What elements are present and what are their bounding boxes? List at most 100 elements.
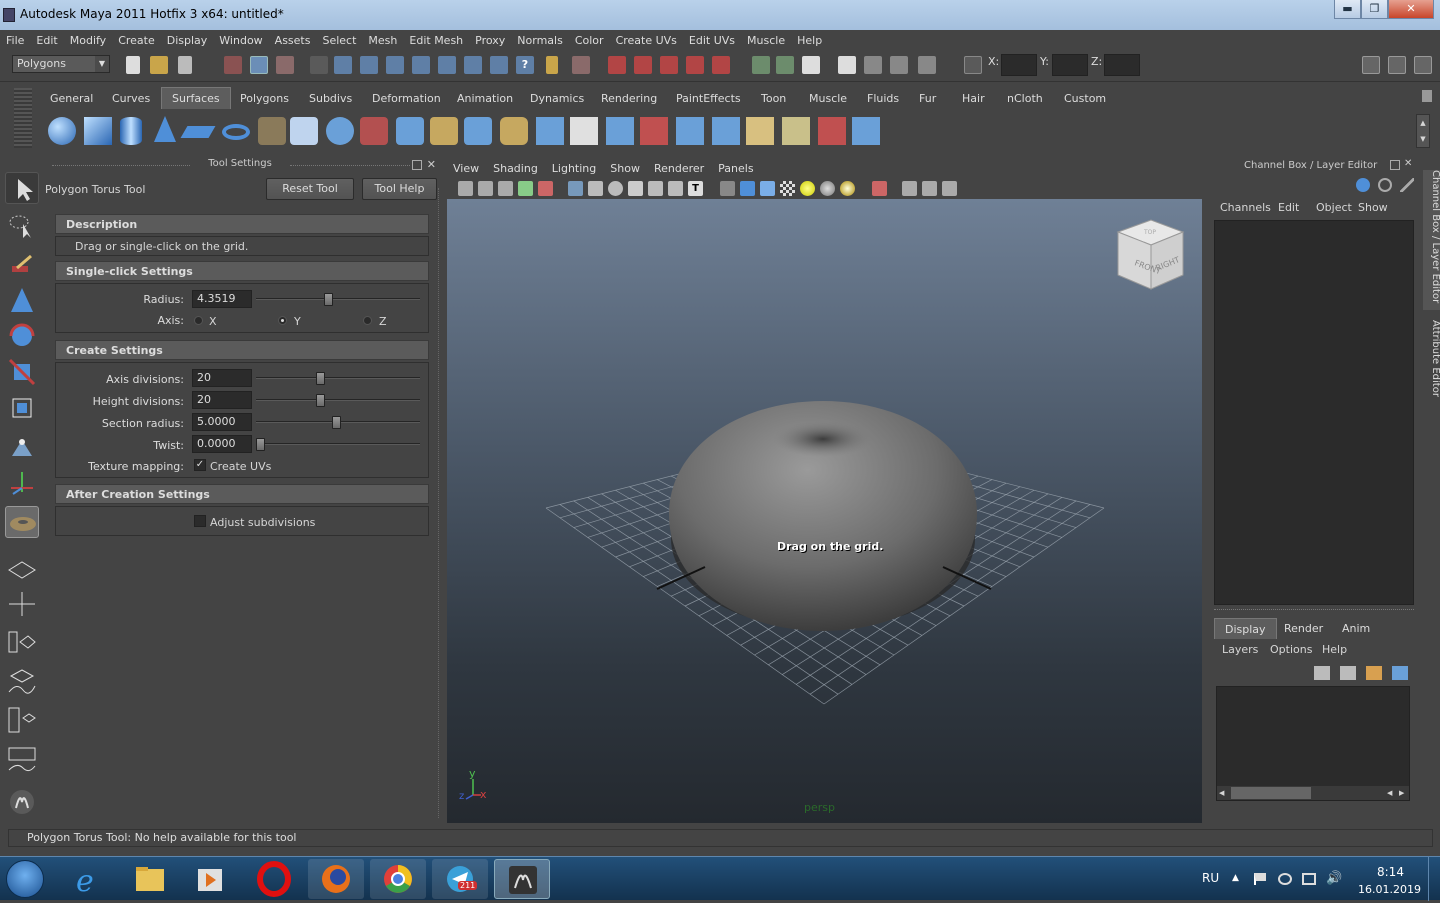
attribute-editor-side-tab[interactable]: Attribute Editor (1423, 320, 1440, 400)
tab-hair[interactable]: Hair (962, 88, 985, 109)
menu-edit[interactable]: Edit (30, 34, 63, 47)
viewport-menu-renderer[interactable]: Renderer (647, 162, 711, 175)
axis-x-radio[interactable] (194, 316, 203, 325)
revolve-icon[interactable] (258, 117, 286, 145)
resolution-gate-icon[interactable] (608, 181, 623, 196)
high-quality-icon[interactable] (840, 181, 855, 196)
viewport-menu-lighting[interactable]: Lighting (545, 162, 603, 175)
rotate-tool-icon[interactable] (5, 320, 39, 352)
layer-tab-anim[interactable]: Anim (1342, 618, 1370, 639)
nurbs-plane-icon[interactable] (180, 126, 216, 138)
wireframe-on-shaded-icon[interactable] (760, 181, 775, 196)
construction-history-icon[interactable] (490, 56, 508, 74)
extrude-icon[interactable] (360, 117, 388, 145)
soft-modification-icon[interactable] (5, 430, 39, 462)
menu-proxy[interactable]: Proxy (469, 34, 511, 47)
move-layer-down-icon[interactable] (1392, 666, 1408, 680)
surface-editing-icon[interactable] (818, 117, 846, 145)
script-editor-layout-icon[interactable] (5, 744, 39, 776)
axis-divisions-slider[interactable] (256, 377, 420, 379)
menu-mesh[interactable]: Mesh (362, 34, 403, 47)
tab-custom[interactable]: Custom (1064, 88, 1106, 109)
nurbs-sphere-icon[interactable] (48, 117, 76, 145)
layer-scrollbar[interactable]: ◀ ◀ ▶ (1217, 786, 1409, 800)
internet-explorer-taskbar-icon[interactable]: e (62, 859, 118, 899)
nurbs-cone-icon[interactable] (154, 116, 176, 142)
menu-display[interactable]: Display (161, 34, 214, 47)
four-view-layout-icon[interactable] (5, 588, 39, 620)
xray-components-icon[interactable] (942, 181, 957, 196)
camera-attributes-icon[interactable] (478, 181, 493, 196)
select-camera-icon[interactable] (458, 181, 473, 196)
float-channel-icon[interactable] (1390, 160, 1400, 170)
action-center-flag-icon[interactable] (1254, 873, 1266, 885)
snapshot-icon[interactable] (838, 56, 856, 74)
channels-menu[interactable]: Channels (1220, 201, 1271, 214)
shadows-icon[interactable] (820, 181, 835, 196)
maya-taskbar-icon[interactable] (494, 859, 550, 899)
attribute-mode-icon[interactable] (1400, 178, 1414, 192)
float-panel-icon[interactable] (412, 160, 422, 170)
layer-editor-mode-icon[interactable] (1378, 178, 1392, 192)
axis-y-radio[interactable] (278, 316, 287, 325)
image-plane-icon[interactable] (518, 181, 533, 196)
render-settings-icon[interactable] (686, 56, 704, 74)
sculpt-options-icon[interactable] (890, 56, 908, 74)
tab-muscle[interactable]: Muscle (809, 88, 847, 109)
show-hidden-icons-icon[interactable]: ▲ (1232, 873, 1239, 883)
window-titlebar[interactable]: Autodesk Maya 2011 Hotfix 3 x64: untitle… (0, 0, 1440, 30)
layer-help-menu[interactable]: Help (1322, 643, 1347, 656)
history-icon[interactable] (464, 56, 482, 74)
universal-manipulator-icon[interactable] (5, 392, 39, 424)
create-uvs-checkbox[interactable]: ✓ (194, 459, 206, 471)
radius-slider[interactable] (256, 298, 420, 300)
render-current-icon[interactable] (634, 56, 652, 74)
axis-z-radio[interactable] (363, 316, 372, 325)
select-by-component-icon[interactable] (276, 56, 294, 74)
tab-curves[interactable]: Curves (112, 88, 150, 109)
tab-dynamics[interactable]: Dynamics (530, 88, 584, 109)
safe-action-icon[interactable] (668, 181, 683, 196)
axis-divisions-slider-knob[interactable] (316, 372, 326, 385)
viewport-scene[interactable]: FRONT RIGHT TOP y x z persp Drag on the … (447, 199, 1202, 823)
telegram-taskbar-icon[interactable]: 211 (432, 859, 488, 899)
twist-slider-knob[interactable] (256, 438, 265, 451)
gate-mask-icon[interactable] (628, 181, 643, 196)
graph-editor-layout-icon[interactable] (5, 666, 39, 698)
menu-select[interactable]: Select (316, 34, 362, 47)
nurbs-torus-icon[interactable] (222, 124, 250, 140)
close-panel-icon[interactable]: ✕ (427, 158, 436, 171)
tab-rendering[interactable]: Rendering (601, 88, 657, 109)
input-output-icon[interactable] (608, 56, 626, 74)
layer-scroll-thumb[interactable] (1231, 787, 1311, 799)
ipr-render-icon[interactable] (660, 56, 678, 74)
menu-set-dropdown[interactable]: Polygons ▼ (12, 55, 110, 73)
section-radius-slider-knob[interactable] (331, 416, 341, 429)
loft-icon[interactable] (290, 117, 318, 145)
layer-options-menu[interactable]: Options (1270, 643, 1312, 656)
tab-surfaces[interactable]: Surfaces (161, 87, 231, 109)
tab-toon[interactable]: Toon (761, 88, 786, 109)
tab-animation[interactable]: Animation (457, 88, 513, 109)
outliner-layout-icon[interactable] (5, 626, 39, 658)
smooth-shade-icon[interactable] (740, 181, 755, 196)
mask-options-icon[interactable] (310, 56, 328, 74)
menu-color[interactable]: Color (569, 34, 610, 47)
lock-icon[interactable] (546, 56, 558, 74)
twist-field[interactable]: 0.0000 (192, 435, 252, 453)
viewport-menu-view[interactable]: View (446, 162, 486, 175)
menu-create-uvs[interactable]: Create UVs (610, 34, 683, 47)
channel-object-menu[interactable]: Object (1316, 201, 1352, 214)
tool-help-button[interactable]: Tool Help (362, 178, 437, 200)
scroll-left-end-icon[interactable]: ◀ (1387, 788, 1395, 798)
tab-ncloth[interactable]: nCloth (1007, 88, 1043, 109)
menu-window[interactable]: Window (213, 34, 268, 47)
wireframe-icon[interactable] (720, 181, 735, 196)
radius-slider-knob[interactable] (324, 293, 334, 306)
minimize-button[interactable]: ▬ (1334, 0, 1361, 19)
volume-icon[interactable]: 🔊 (1326, 871, 1342, 887)
menu-normals[interactable]: Normals (511, 34, 569, 47)
nurbs-cylinder-icon[interactable] (120, 117, 142, 145)
snap-curve-icon[interactable] (360, 56, 378, 74)
layer-list[interactable]: ◀ ◀ ▶ (1216, 686, 1410, 801)
